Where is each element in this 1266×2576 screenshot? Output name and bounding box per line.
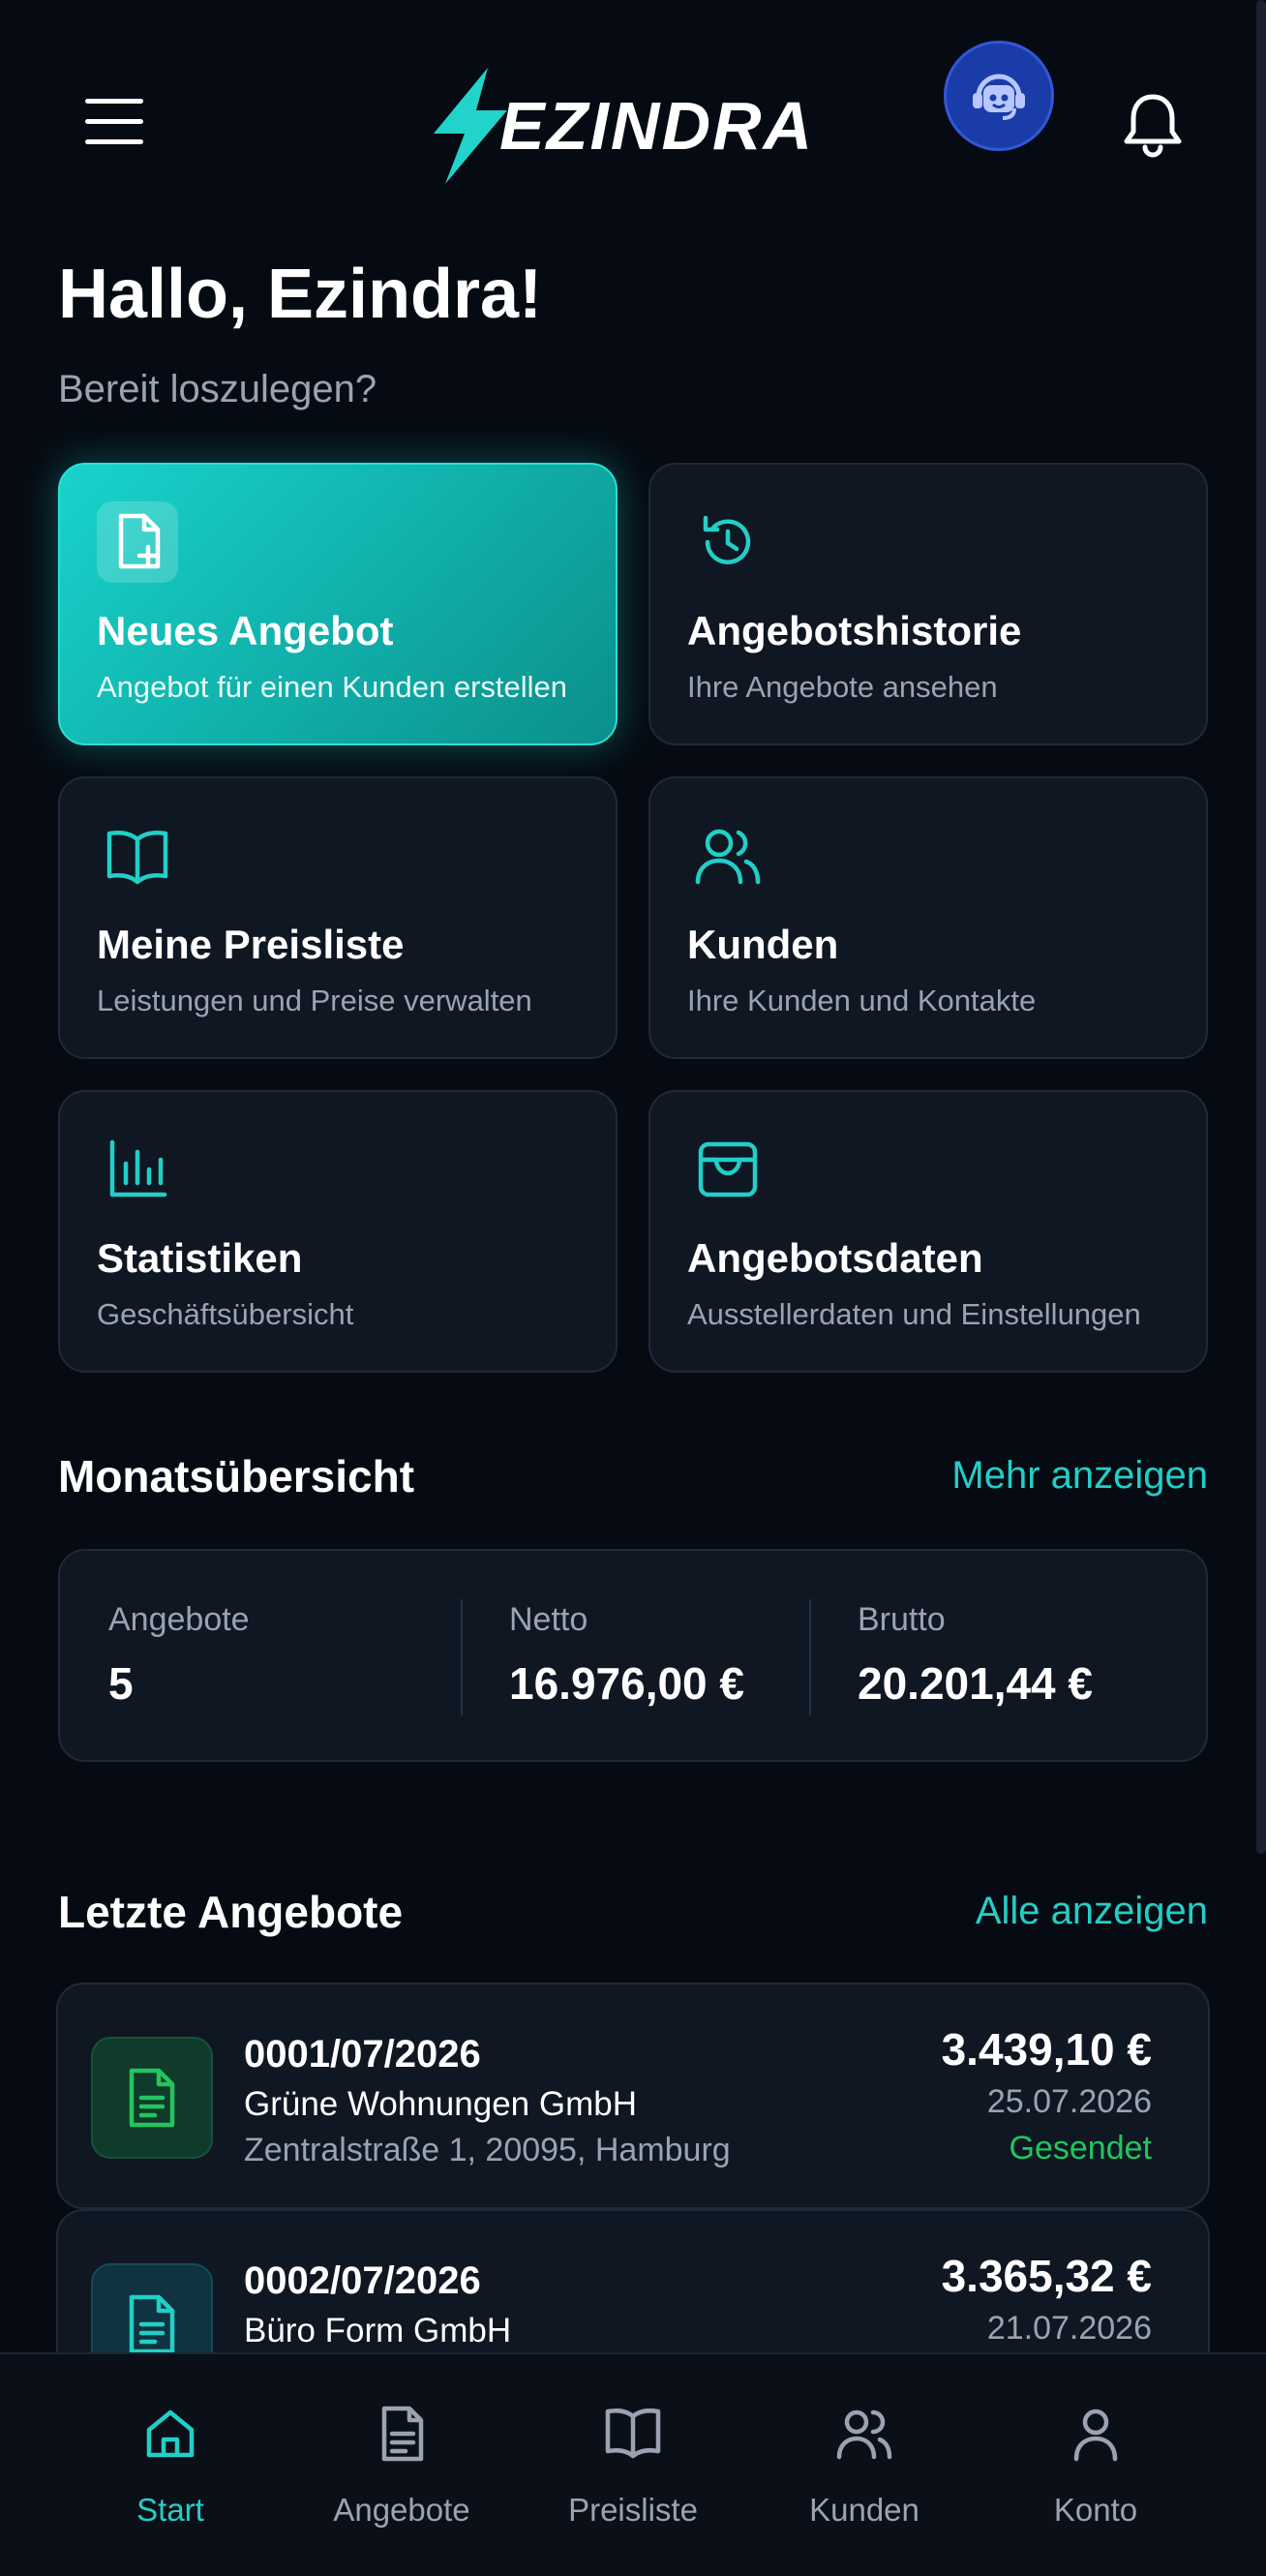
- users-icon: [836, 2409, 892, 2460]
- robot-support-icon: [973, 74, 1025, 120]
- tile-description: Leistungen und Preise verwalten: [97, 984, 532, 1017]
- nav-item-quotes[interactable]: Angebote: [295, 2354, 508, 2576]
- quote-status-badge: Gesendet: [1009, 2130, 1152, 2167]
- quote-number: 0001/07/2026: [244, 2033, 481, 2076]
- nav-label: Kunden: [809, 2492, 919, 2528]
- inbox-icon: [687, 1129, 769, 1210]
- quote-customer: Grüne Wohnungen GmbH: [244, 2085, 637, 2123]
- recent-quotes-title: Letzte Angebote: [58, 1887, 404, 1937]
- document-icon: [381, 2406, 424, 2462]
- stat-value: 20.201,44 €: [858, 1658, 1094, 1709]
- document-icon: [91, 2037, 213, 2159]
- book-open-icon: [605, 2408, 661, 2459]
- quote-amount: 3.365,32 €: [941, 2251, 1152, 2301]
- bell-icon[interactable]: [1121, 91, 1185, 159]
- quote-card[interactable]: 0001/07/2026 Grüne Wohnungen GmbH Zentra…: [56, 1983, 1210, 2209]
- stat-value: 5: [108, 1658, 134, 1709]
- tile-description: Ihre Angebote ansehen: [687, 670, 998, 704]
- logo-text: EZINDRA: [499, 88, 815, 164]
- tile-description: Angebot für einen Kunden erstellen: [97, 670, 568, 704]
- greeting-title: Hallo, Ezindra!: [58, 256, 543, 333]
- tile-description: Geschäftsübersicht: [97, 1297, 354, 1331]
- stat-divider: [809, 1599, 811, 1715]
- tile-title: Meine Preisliste: [97, 922, 405, 967]
- tile-statistics[interactable]: Statistiken Geschäftsübersicht: [58, 1090, 618, 1373]
- tile-new-quote[interactable]: Neues Angebot Angebot für einen Kunden e…: [58, 463, 618, 745]
- nav-item-start[interactable]: Start: [64, 2354, 277, 2576]
- nav-item-customers[interactable]: Kunden: [758, 2354, 971, 2576]
- month-summary-title: Monatsübersicht: [58, 1451, 415, 1501]
- quote-address: Zentralstraße 1, 20095, Hamburg: [244, 2132, 731, 2168]
- tile-price-list[interactable]: Meine Preisliste Leistungen und Preise v…: [58, 776, 618, 1059]
- quote-amount: 3.439,10 €: [941, 2024, 1152, 2075]
- nav-label: Konto: [1053, 2492, 1138, 2528]
- support-assistant-button[interactable]: [944, 41, 1054, 151]
- tile-customers[interactable]: Kunden Ihre Kunden und Kontakte: [648, 776, 1208, 1059]
- stat-label: Angebote: [108, 1601, 250, 1638]
- stat-label: Brutto: [858, 1601, 946, 1638]
- tile-title: Statistiken: [97, 1235, 303, 1281]
- app-logo[interactable]: EZINDRA: [420, 68, 852, 184]
- nav-item-price-list[interactable]: Preisliste: [527, 2354, 739, 2576]
- users-icon: [687, 815, 769, 896]
- nav-label: Start: [136, 2492, 204, 2528]
- month-summary-more-link[interactable]: Mehr anzeigen: [951, 1454, 1208, 1498]
- book-open-icon: [97, 815, 178, 896]
- bottom-navigation: Start Angebote Preisliste Kunden Konto: [0, 2352, 1266, 2576]
- tile-title: Angebotsdaten: [687, 1235, 983, 1281]
- quote-date: 25.07.2026: [986, 2083, 1152, 2120]
- quote-date: 21.07.2026: [986, 2310, 1152, 2347]
- stat-label: Netto: [509, 1601, 588, 1638]
- stat-divider: [461, 1599, 463, 1715]
- app-header: EZINDRA: [0, 0, 1266, 223]
- bar-chart-icon: [97, 1129, 178, 1210]
- scrollbar[interactable]: [1256, 0, 1266, 1854]
- hamburger-menu-icon[interactable]: [85, 99, 143, 149]
- quote-number: 0002/07/2026: [244, 2259, 481, 2302]
- recent-quotes-all-link[interactable]: Alle anzeigen: [976, 1890, 1208, 1933]
- tile-title: Kunden: [687, 922, 839, 967]
- tile-title: Angebotshistorie: [687, 608, 1022, 653]
- greeting-subtitle: Bereit loszulegen?: [58, 368, 377, 410]
- tile-description: Ausstellerdaten und Einstellungen: [687, 1297, 1141, 1331]
- nav-label: Angebote: [333, 2492, 470, 2528]
- nav-label: Preisliste: [568, 2492, 698, 2528]
- stat-value: 16.976,00 €: [509, 1658, 745, 1709]
- nav-item-account[interactable]: Konto: [989, 2354, 1202, 2576]
- tile-description: Ihre Kunden und Kontakte: [687, 984, 1037, 1017]
- tile-quote-data[interactable]: Angebotsdaten Ausstellerdaten und Einste…: [648, 1090, 1208, 1373]
- history-icon: [687, 501, 769, 583]
- app-screen: EZINDRA Hallo, Ezindra! Bereit loszulege…: [0, 0, 1266, 2576]
- user-icon: [1073, 2409, 1118, 2462]
- quote-customer: Büro Form GmbH: [244, 2312, 512, 2349]
- tile-quote-history[interactable]: Angebotshistorie Ihre Angebote ansehen: [648, 463, 1208, 745]
- home-icon: [146, 2409, 195, 2458]
- month-summary-card: Angebote 5 Netto 16.976,00 € Brutto 20.2…: [58, 1549, 1208, 1762]
- tile-title: Neues Angebot: [97, 608, 394, 653]
- file-plus-icon: [97, 501, 178, 583]
